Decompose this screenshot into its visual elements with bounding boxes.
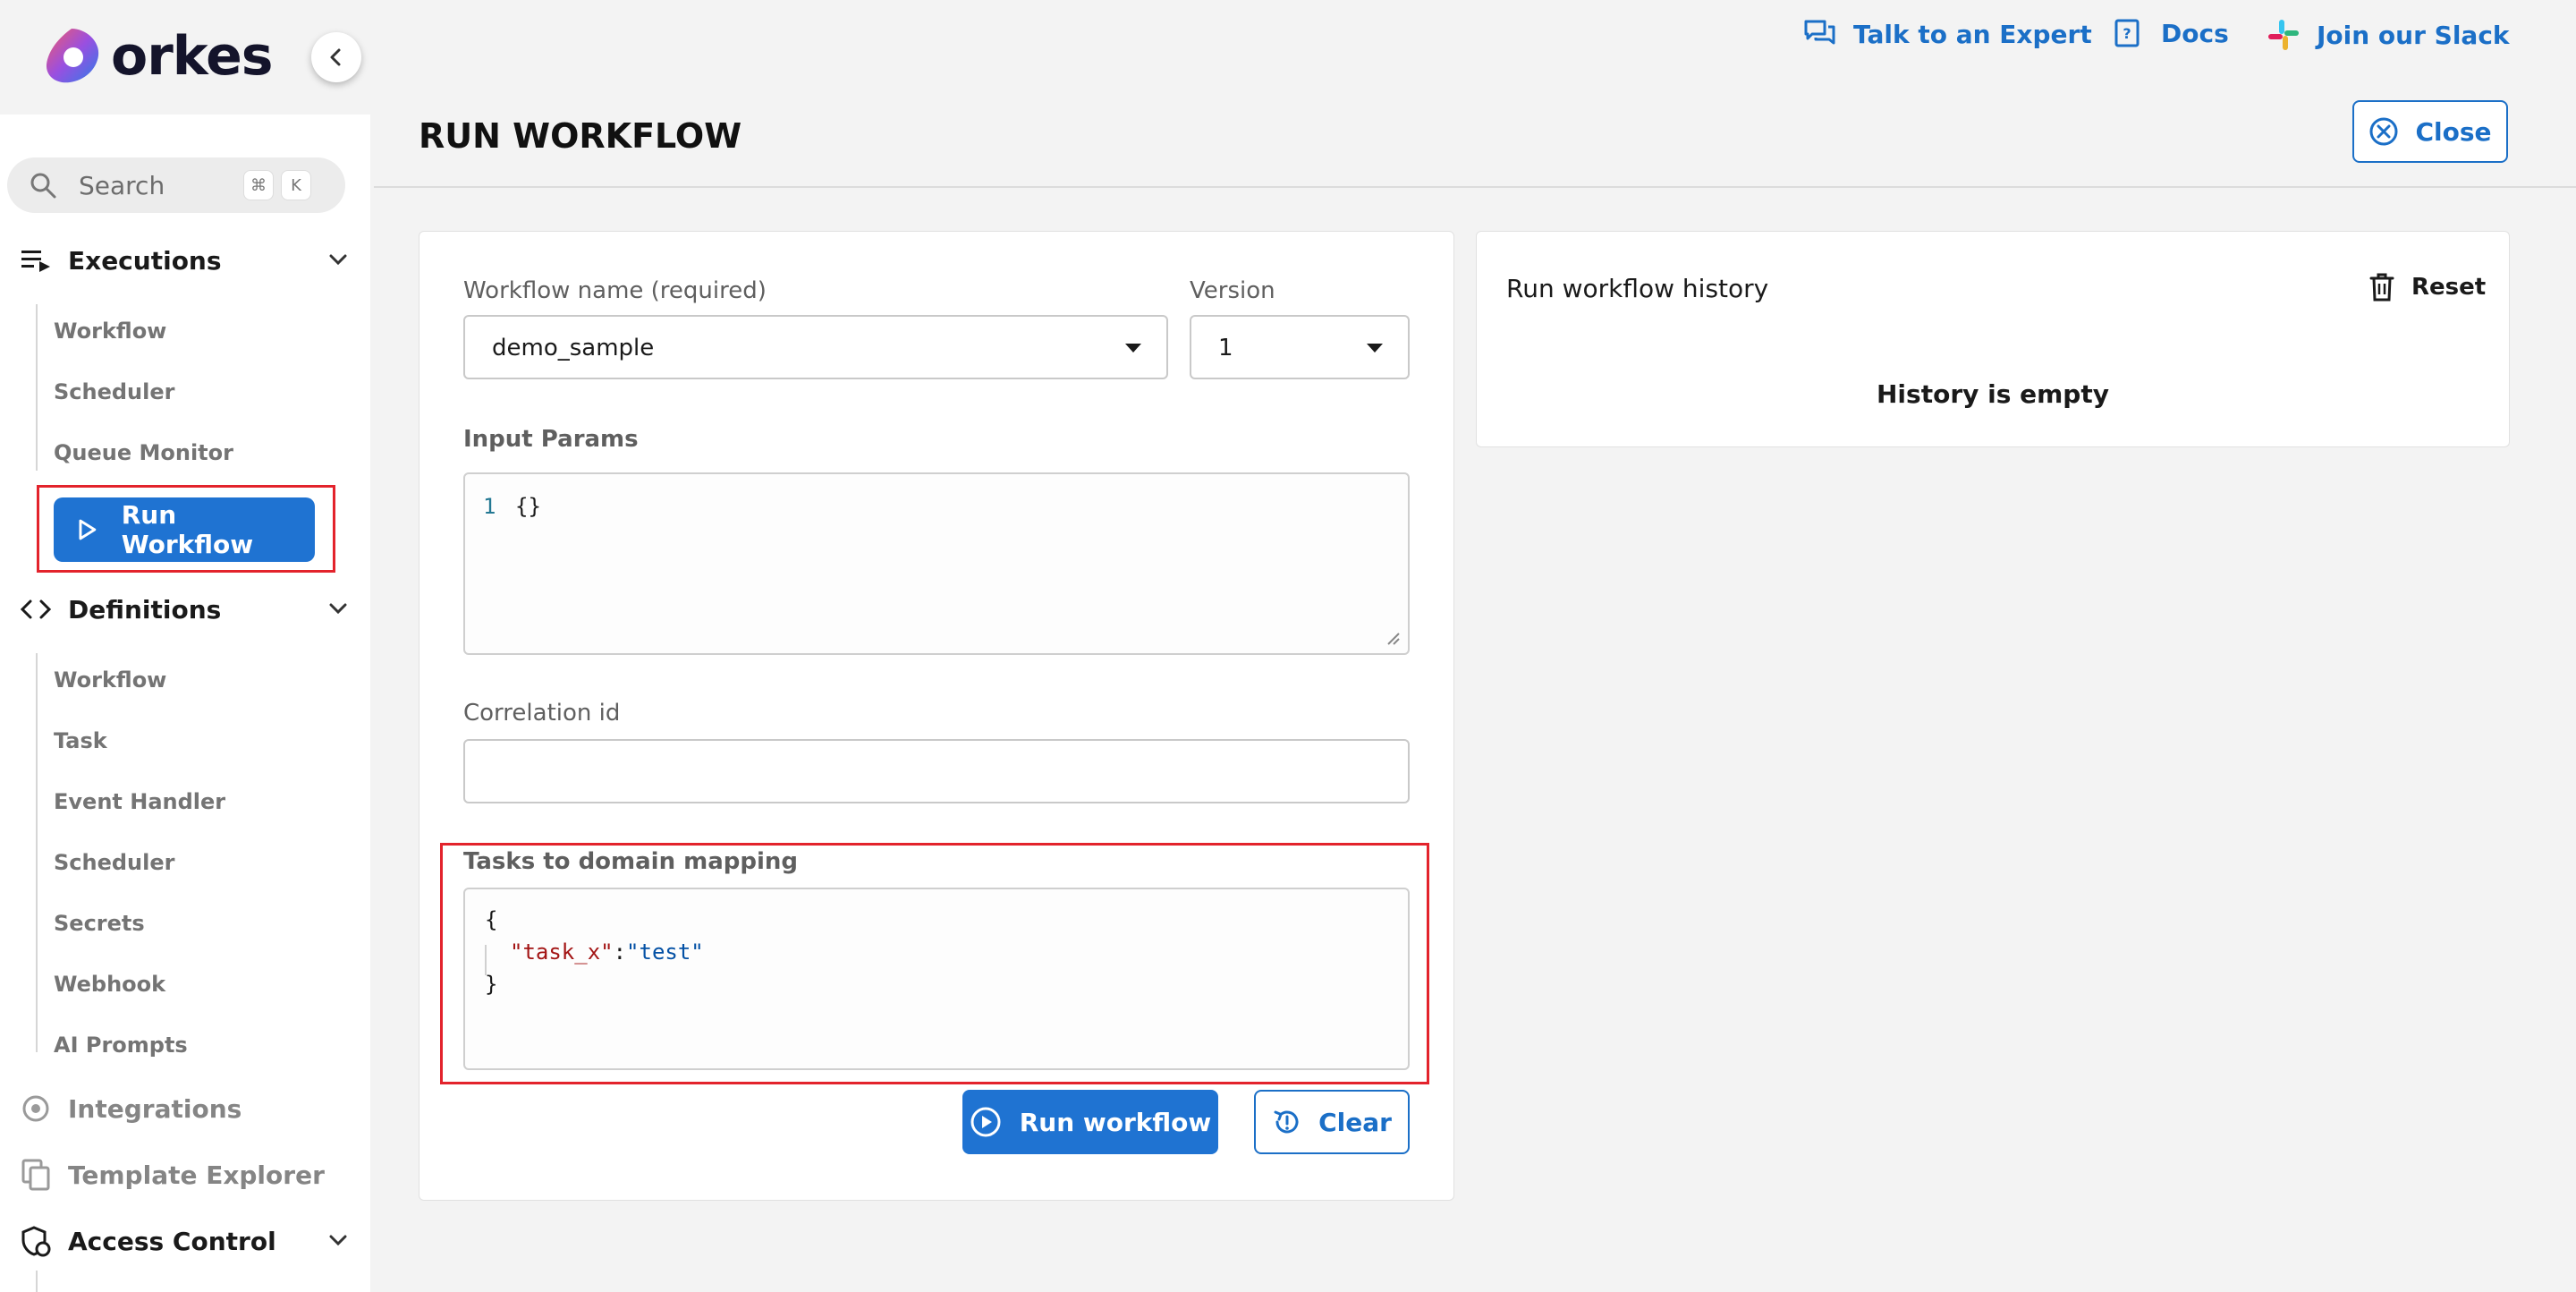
play-icon: [79, 519, 97, 540]
history-clear-icon: [1274, 1110, 1299, 1134]
sidebar-section-access-control[interactable]: Access Control: [20, 1220, 351, 1262]
dropdown-arrow-icon: [1367, 344, 1383, 353]
integrations-label: Integrations: [68, 1093, 242, 1124]
input-params-code: {}: [515, 494, 541, 519]
history-title: Run workflow history: [1506, 274, 1769, 303]
docs-link[interactable]: ? Docs: [2113, 18, 2229, 48]
code-open-brace: {: [485, 907, 498, 932]
line-number: 1: [483, 494, 496, 519]
input-params-editor[interactable]: 1 {}: [463, 472, 1410, 655]
sidebar-item-executions-workflow[interactable]: Workflow: [54, 319, 166, 344]
sidebar: orkes Search ⌘ K Executions Workflow Sch: [0, 0, 370, 1292]
workflow-name-value: demo_sample: [492, 335, 655, 361]
collapse-sidebar-button[interactable]: [311, 32, 361, 82]
clear-button-label: Clear: [1318, 1107, 1392, 1137]
join-slack-label: Join our Slack: [2317, 20, 2510, 50]
resize-handle-icon[interactable]: [1385, 630, 1401, 646]
sidebar-section-executions[interactable]: Executions: [20, 240, 351, 281]
run-workflow-button[interactable]: Run workflow: [962, 1090, 1218, 1154]
chevron-down-icon: [329, 603, 347, 615]
version-select[interactable]: 1: [1190, 315, 1410, 379]
close-circle-icon: [2369, 117, 2398, 146]
search-placeholder: Search: [79, 170, 165, 200]
json-value: "test": [626, 939, 704, 965]
template-explorer-label: Template Explorer: [68, 1160, 325, 1190]
domain-mapping-label: Tasks to domain mapping: [463, 848, 799, 875]
run-history-panel: [1476, 231, 2510, 447]
executions-label: Executions: [68, 245, 222, 276]
integrations-icon: [22, 1095, 49, 1122]
kbd-cmd: ⌘: [243, 170, 274, 200]
chevron-down-icon: [329, 254, 347, 266]
chevron-left-icon: [330, 48, 341, 66]
talk-to-expert-link[interactable]: Talk to an Expert: [1803, 18, 2092, 50]
clear-button[interactable]: Clear: [1254, 1090, 1410, 1154]
reset-history-button[interactable]: Reset: [2368, 272, 2486, 302]
book-icon: ?: [2114, 19, 2140, 47]
correlation-id-input[interactable]: [463, 739, 1410, 803]
workflow-name-select[interactable]: demo_sample: [463, 315, 1168, 379]
brand-name: orkes: [111, 25, 274, 88]
input-params-label: Input Params: [463, 426, 639, 453]
code-icon: [20, 599, 52, 619]
join-slack-link[interactable]: Join our Slack: [2267, 18, 2510, 52]
executions-tree-line: [36, 304, 38, 471]
dropdown-arrow-icon: [1125, 344, 1141, 353]
svg-text:?: ?: [2123, 25, 2131, 42]
search-input[interactable]: Search ⌘ K: [7, 157, 345, 213]
json-key: "task_x": [510, 939, 614, 965]
run-workflow-label: Run Workflow: [121, 500, 254, 559]
history-empty-message: History is empty: [1877, 379, 2109, 409]
shield-lock-icon: [21, 1226, 51, 1257]
sidebar-item-template-explorer[interactable]: Template Explorer: [20, 1154, 351, 1195]
executions-icon: [21, 251, 50, 272]
play-circle-icon: [970, 1107, 1001, 1137]
orkes-logo[interactable]: orkes: [41, 25, 274, 88]
access-control-label: Access Control: [68, 1226, 276, 1256]
definitions-label: Definitions: [68, 594, 222, 625]
version-value: 1: [1218, 335, 1233, 361]
sidebar-item-definitions-workflow[interactable]: Workflow: [54, 667, 166, 693]
sidebar-item-task[interactable]: Task: [54, 728, 107, 753]
kbd-k: K: [281, 170, 311, 200]
sidebar-header: orkes: [0, 0, 370, 115]
sidebar-item-event-handler[interactable]: Event Handler: [54, 789, 225, 814]
sidebar-run-workflow-button[interactable]: Run Workflow: [54, 497, 315, 562]
trash-icon: [2369, 273, 2394, 302]
json-colon: :: [613, 939, 627, 965]
access-control-tree-line: [36, 1271, 38, 1292]
code-line-key-value: "task_x":"test": [510, 939, 704, 965]
workflow-name-label: Workflow name (required): [463, 277, 767, 304]
correlation-id-label: Correlation id: [463, 700, 621, 727]
header-divider: [374, 186, 2576, 188]
reset-label: Reset: [2411, 274, 2487, 301]
sidebar-item-definitions-scheduler[interactable]: Scheduler: [54, 850, 174, 875]
orkes-logo-icon: [46, 29, 99, 83]
slack-icon: [2268, 20, 2299, 50]
sidebar-item-webhook[interactable]: Webhook: [54, 972, 165, 997]
close-label: Close: [2415, 116, 2492, 147]
sidebar-item-queue-monitor[interactable]: Queue Monitor: [54, 440, 233, 465]
talk-to-expert-label: Talk to an Expert: [1853, 19, 2092, 49]
indent-guide: [485, 945, 487, 975]
code-close-brace: }: [485, 972, 498, 997]
chat-icon: [1804, 20, 1835, 45]
sidebar-item-executions-scheduler[interactable]: Scheduler: [54, 379, 174, 404]
domain-mapping-editor[interactable]: { "task_x":"test" }: [463, 888, 1410, 1070]
chevron-down-icon: [329, 1235, 347, 1246]
close-button[interactable]: Close: [2352, 100, 2508, 163]
search-icon: [30, 173, 56, 199]
version-label: Version: [1190, 277, 1275, 304]
run-workflow-button-label: Run workflow: [1019, 1107, 1212, 1137]
sidebar-item-ai-prompts[interactable]: AI Prompts: [54, 1033, 188, 1058]
copy-icon: [21, 1159, 50, 1191]
sidebar-item-secrets[interactable]: Secrets: [54, 911, 145, 936]
sidebar-item-integrations[interactable]: Integrations: [20, 1088, 351, 1129]
page-title: RUN WORKFLOW: [419, 116, 742, 156]
docs-label: Docs: [2161, 18, 2229, 48]
sidebar-section-definitions[interactable]: Definitions: [20, 589, 351, 630]
definitions-tree-line: [36, 653, 38, 1052]
